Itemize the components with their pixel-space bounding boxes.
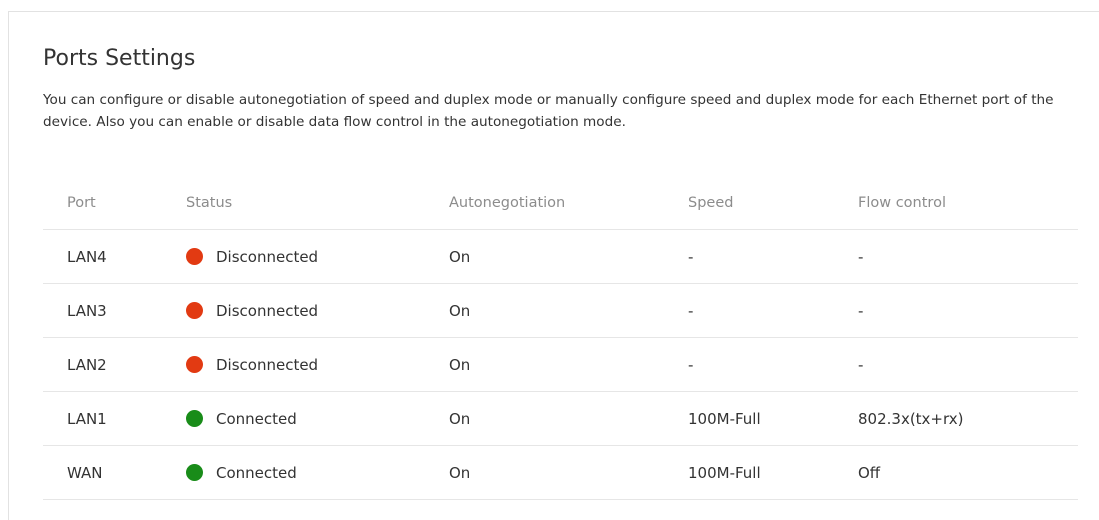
column-header-autonegotiation: Autonegotiation [449,194,566,211]
port-name: LAN3 [67,301,107,320]
column-header-status: Status [186,194,233,211]
status-indicator-dot [186,248,203,265]
column-header-port: Port [67,194,96,211]
table-row[interactable]: LAN4 Disconnected On - - [43,230,1078,284]
flow-control-value: - [858,301,864,320]
port-name: WAN [67,463,103,482]
table-row[interactable]: LAN3 Disconnected On - - [43,284,1078,338]
port-status: Disconnected [186,284,318,337]
table-row[interactable]: WAN Connected On 100M-Full Off [43,446,1078,500]
port-status: Connected [186,392,297,445]
status-label: Disconnected [216,355,319,374]
status-indicator-dot [186,356,203,373]
table-row[interactable]: LAN1 Connected On 100M-Full 802.3x(tx+rx… [43,392,1078,446]
status-label: Disconnected [216,247,319,266]
autonegotiation-value: On [449,409,471,428]
table-header-row: Port Status Autonegotiation Speed Flow c… [43,176,1078,230]
status-indicator-dot [186,464,203,481]
autonegotiation-value: On [449,247,471,266]
autonegotiation-value: On [449,301,471,320]
status-label: Connected [216,409,297,428]
status-label: Disconnected [216,301,319,320]
port-status: Disconnected [186,338,318,391]
flow-control-value: Off [858,463,881,482]
port-status: Disconnected [186,230,318,283]
speed-value: 100M-Full [688,463,761,482]
flow-control-value: 802.3x(tx+rx) [858,409,964,428]
port-name: LAN2 [67,355,107,374]
status-label: Connected [216,463,297,482]
status-indicator-dot [186,410,203,427]
table-row[interactable]: LAN2 Disconnected On - - [43,338,1078,392]
autonegotiation-value: On [449,355,471,374]
column-header-flow-control: Flow control [858,194,946,211]
column-header-speed: Speed [688,194,734,211]
flow-control-value: - [858,355,864,374]
speed-value: - [688,301,694,320]
page-title: Ports Settings [43,46,196,71]
autonegotiation-value: On [449,463,471,482]
status-indicator-dot [186,302,203,319]
speed-value: 100M-Full [688,409,761,428]
speed-value: - [688,247,694,266]
flow-control-value: - [858,247,864,266]
ports-table: Port Status Autonegotiation Speed Flow c… [43,176,1078,500]
port-name: LAN4 [67,247,107,266]
port-name: LAN1 [67,409,107,428]
page-description: You can configure or disable autonegotia… [43,92,1054,130]
speed-value: - [688,355,694,374]
port-status: Connected [186,446,297,499]
